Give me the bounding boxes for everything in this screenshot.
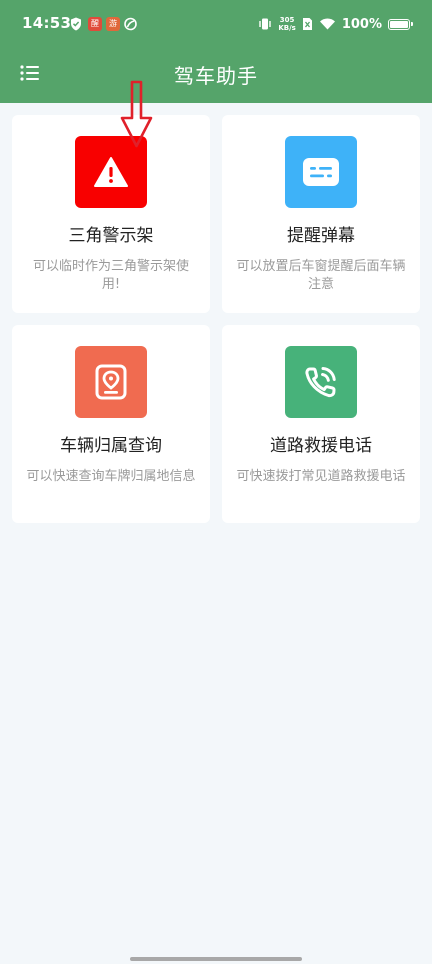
app-notification-icon: 游 bbox=[106, 17, 120, 31]
home-indicator[interactable] bbox=[130, 957, 302, 961]
status-indicators: 305 KB/s 100% bbox=[258, 14, 413, 34]
app-notification-icon: 醒 bbox=[88, 17, 102, 31]
status-bar: 14:53 醒 游 305 KB/s 100% bbox=[0, 0, 432, 50]
sim-card-icon bbox=[302, 18, 312, 30]
phone-call-icon bbox=[285, 346, 357, 418]
shield-icon bbox=[71, 17, 81, 31]
card-description: 可以快速查询车牌归属地信息 bbox=[26, 469, 196, 484]
card-title: 提醒弹幕 bbox=[287, 226, 355, 246]
feature-card-rescue-phone[interactable]: 道路救援电话 可快速拨打常见道路救援电话 bbox=[222, 325, 420, 523]
feature-card-reminder-banner[interactable]: 提醒弹幕 可以放置后车窗提醒后面车辆注意 bbox=[222, 115, 420, 313]
status-time: 14:53 bbox=[22, 14, 72, 32]
location-card-icon bbox=[75, 346, 147, 418]
battery-icon bbox=[388, 18, 413, 30]
feature-card-plate-lookup[interactable]: 车辆归属查询 可以快速查询车牌归属地信息 bbox=[12, 325, 210, 523]
vibrate-icon bbox=[259, 18, 272, 30]
battery-percent: 100% bbox=[341, 16, 382, 32]
annotation-arrow-icon bbox=[120, 80, 153, 148]
wifi-icon bbox=[319, 18, 335, 30]
feature-card-warning-triangle[interactable]: 三角警示架 可以临时作为三角警示架使用! bbox=[12, 115, 210, 313]
card-title: 车辆归属查询 bbox=[60, 436, 162, 456]
message-icon bbox=[285, 136, 357, 208]
card-description: 可以放置后车窗提醒后面车辆注意 bbox=[236, 259, 406, 292]
app-screen: 14:53 醒 游 305 KB/s 100% 驾车助手 三角警示架 可以临时作… bbox=[0, 0, 432, 964]
app-header: 14:53 醒 游 305 KB/s 100% 驾车助手 bbox=[0, 0, 432, 103]
page-title: 驾车助手 bbox=[174, 64, 258, 88]
leaf-icon bbox=[124, 17, 137, 31]
network-speed-unit: KB/s bbox=[278, 24, 296, 32]
network-speed: 305 KB/s bbox=[278, 16, 295, 32]
card-description: 可快速拨打常见道路救援电话 bbox=[236, 469, 406, 484]
card-title: 道路救援电话 bbox=[270, 436, 372, 456]
card-description: 可以临时作为三角警示架使用! bbox=[32, 259, 189, 292]
network-speed-value: 305 bbox=[279, 16, 295, 24]
card-title: 三角警示架 bbox=[68, 226, 154, 246]
